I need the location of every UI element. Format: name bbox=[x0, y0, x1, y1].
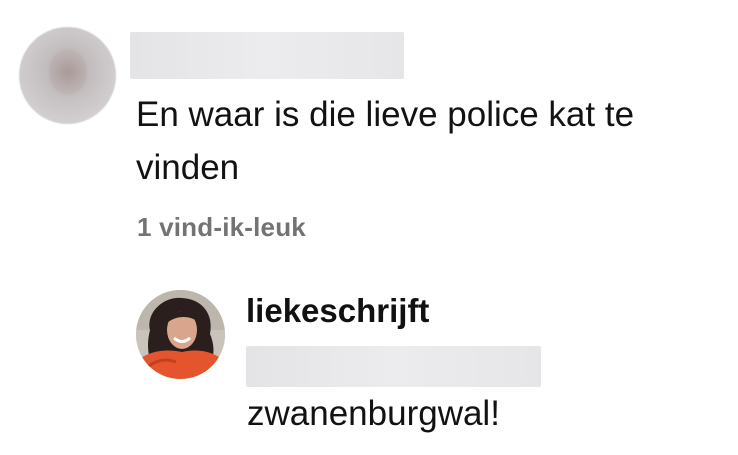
redacted-username bbox=[130, 32, 404, 79]
commenter-avatar[interactable] bbox=[19, 27, 116, 124]
reply-avatar[interactable] bbox=[136, 290, 225, 379]
blurred-avatar-icon bbox=[49, 49, 87, 95]
redacted-mention bbox=[246, 346, 541, 387]
profile-photo-icon bbox=[136, 290, 225, 379]
reply-text: zwanenburgwal! bbox=[247, 394, 500, 433]
comment-text: En waar is die lieve police kat te vinde… bbox=[136, 95, 635, 187]
reply-username-link[interactable]: liekeschrijft bbox=[246, 292, 429, 330]
likes-count-link[interactable]: 1 vind-ik-leuk bbox=[137, 212, 306, 243]
